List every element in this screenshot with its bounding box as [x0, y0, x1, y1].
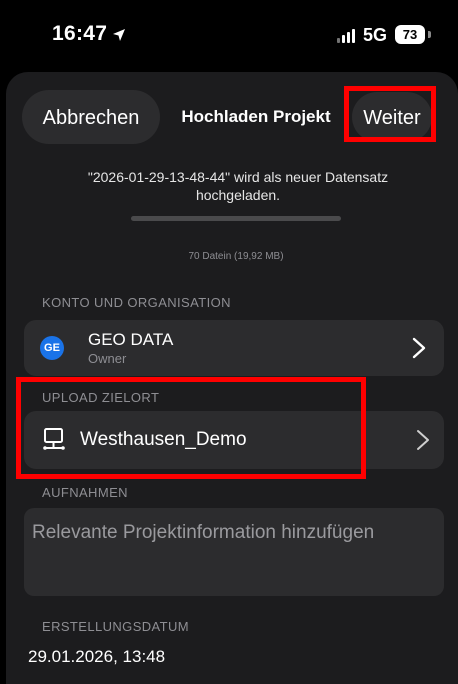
account-section-header: KONTO UND ORGANISATION	[42, 295, 231, 310]
account-role: Owner	[88, 351, 127, 366]
upload-destination-row[interactable]: Westhausen_Demo	[24, 411, 444, 469]
project-info-input[interactable]	[24, 508, 444, 596]
account-row[interactable]: GE GEO DATA Owner	[24, 320, 444, 376]
computer-network-icon	[43, 428, 65, 450]
chevron-right-icon	[417, 430, 429, 450]
next-button[interactable]: Weiter	[352, 92, 432, 142]
cellular-signal-icon	[337, 28, 355, 43]
account-name: GEO DATA	[88, 330, 174, 349]
location-arrow-icon	[112, 28, 126, 47]
date-section-header: ERSTELLUNGSDATUM	[42, 619, 190, 634]
sheet-title: Hochladen Projekt	[181, 107, 331, 126]
destination-name: Westhausen_Demo	[80, 429, 247, 450]
status-bar: 16:47 5G 73	[0, 0, 458, 70]
status-time: 16:47	[52, 22, 108, 45]
network-type: 5G	[363, 25, 388, 45]
upload-message: "2026-01-29-13-48-44" wird als neuer Dat…	[87, 169, 389, 203]
upload-progress-bar	[131, 216, 341, 221]
creation-date: 29.01.2026, 13:48	[28, 647, 166, 666]
cancel-button[interactable]: Abbrechen	[22, 90, 160, 144]
chevron-right-icon	[412, 337, 426, 359]
recordings-section-header: AUFNAHMEN	[42, 485, 128, 500]
file-count-info: 70 Datein (19,92 MB)	[188, 251, 284, 262]
destination-section-header: UPLOAD ZIELORT	[42, 390, 160, 405]
battery-level: 73	[402, 27, 418, 42]
battery-icon: 73	[395, 25, 425, 44]
avatar: GE	[40, 336, 64, 360]
battery-tip	[428, 31, 431, 38]
upload-project-screen: 16:47 5G 73 Abbrechen Hochladen Projekt …	[0, 0, 458, 684]
